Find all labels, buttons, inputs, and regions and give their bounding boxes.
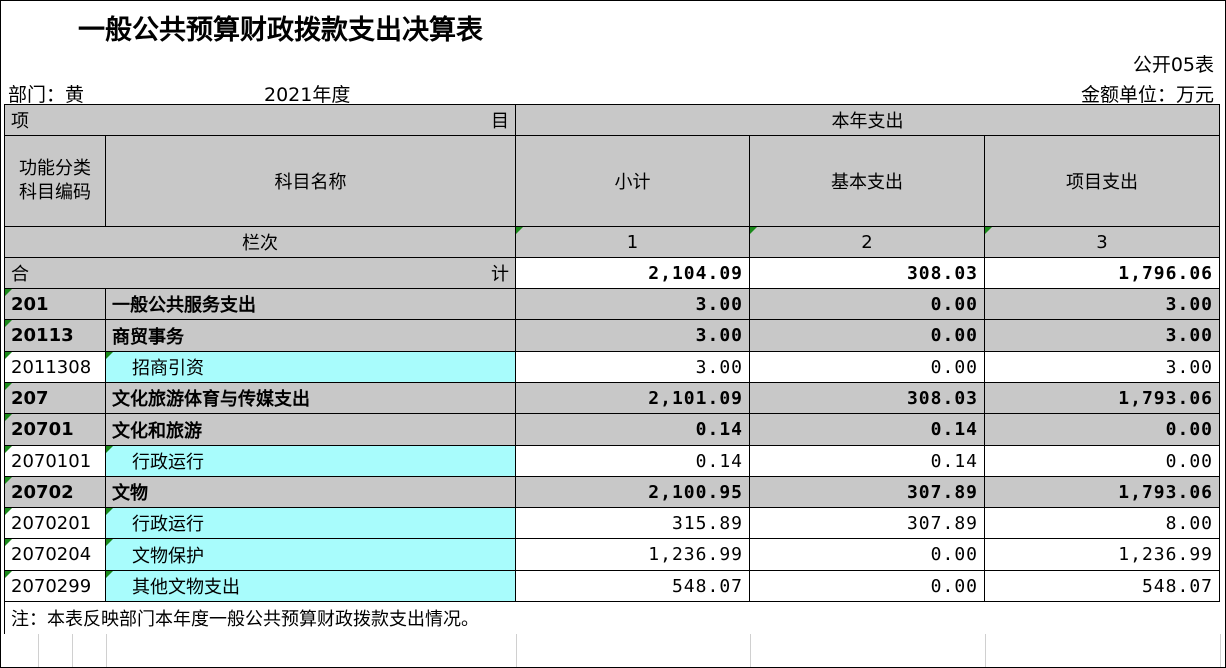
row-code: 2011308 [4, 352, 106, 383]
row-basic: 308.03 [750, 383, 985, 414]
grid-line [516, 634, 517, 668]
row-project: 3.00 [985, 352, 1220, 383]
row-basic: 0.00 [750, 352, 985, 383]
row-subtotal: 2,100.95 [516, 477, 750, 508]
header-item-cell: 项 目 [4, 104, 516, 136]
total-project: 1,796.06 [985, 258, 1220, 289]
header-lanci: 栏次 [4, 227, 516, 258]
header-item-right: 目 [491, 111, 509, 132]
row-name: 其他文物支出 [106, 571, 516, 602]
row-code: 20113 [4, 320, 106, 352]
grid-line [106, 634, 107, 668]
row-name: 文化和旅游 [106, 414, 516, 446]
total-label-cell: 合 计 [4, 258, 516, 289]
row-basic: 0.00 [750, 539, 985, 571]
row-basic: 0.14 [750, 446, 985, 477]
row-code: 20702 [4, 477, 106, 508]
header-subtotal: 小计 [516, 136, 750, 227]
row-subtotal: 0.14 [516, 414, 750, 446]
total-subtotal: 2,104.09 [516, 258, 750, 289]
row-project: 0.00 [985, 446, 1220, 477]
row-code: 2070201 [4, 508, 106, 539]
header-basic: 基本支出 [750, 136, 985, 227]
header-func-code: 功能分类 科目编码 [4, 136, 106, 227]
row-code: 2070299 [4, 571, 106, 602]
header-col2: 2 [750, 227, 985, 258]
grid-line [985, 634, 986, 668]
row-subtotal: 3.00 [516, 320, 750, 352]
total-basic: 308.03 [750, 258, 985, 289]
row-subtotal: 1,236.99 [516, 539, 750, 571]
row-project: 0.00 [985, 414, 1220, 446]
row-project: 1,236.99 [985, 539, 1220, 571]
row-subtotal: 548.07 [516, 571, 750, 602]
row-project: 1,793.06 [985, 477, 1220, 508]
row-basic: 307.89 [750, 477, 985, 508]
row-basic: 0.00 [750, 571, 985, 602]
header-subject-name: 科目名称 [106, 136, 516, 227]
row-project: 1,793.06 [985, 383, 1220, 414]
total-label-right: 计 [491, 264, 509, 285]
total-label-left: 合 [11, 264, 29, 285]
row-code: 2070101 [4, 446, 106, 477]
row-code: 207 [4, 383, 106, 414]
row-name: 商贸事务 [106, 320, 516, 352]
row-name: 行政运行 [106, 508, 516, 539]
row-basic: 0.00 [750, 289, 985, 320]
row-basic: 307.89 [750, 508, 985, 539]
grid-line [750, 634, 751, 668]
row-code: 20701 [4, 414, 106, 446]
row-basic: 0.14 [750, 414, 985, 446]
row-name: 文化旅游体育与传媒支出 [106, 383, 516, 414]
grid-line [38, 634, 39, 668]
row-name: 文物 [106, 477, 516, 508]
row-code: 2070204 [4, 539, 106, 571]
header-col1: 1 [516, 227, 750, 258]
expenditure-table: 项 目 本年支出 功能分类 科目编码 科目名称 小计 基本支出 项目支出 栏次 … [0, 0, 1226, 668]
row-project: 8.00 [985, 508, 1220, 539]
row-name: 招商引资 [106, 352, 516, 383]
row-project: 3.00 [985, 320, 1220, 352]
row-subtotal: 3.00 [516, 352, 750, 383]
table-note: 注：本表反映部门本年度一般公共预算财政拨款支出情况。 [4, 602, 1220, 634]
row-project: 548.07 [985, 571, 1220, 602]
row-project: 3.00 [985, 289, 1220, 320]
row-name: 文物保护 [106, 539, 516, 571]
grid-line [1220, 634, 1221, 668]
row-subtotal: 315.89 [516, 508, 750, 539]
row-name: 一般公共服务支出 [106, 289, 516, 320]
row-code: 201 [4, 289, 106, 320]
header-project: 项目支出 [985, 136, 1220, 227]
header-item-left: 项 [11, 111, 29, 132]
grid-line [72, 634, 73, 668]
row-subtotal: 0.14 [516, 446, 750, 477]
header-current-year: 本年支出 [516, 104, 1220, 136]
header-col3: 3 [985, 227, 1220, 258]
row-name: 行政运行 [106, 446, 516, 477]
row-subtotal: 2,101.09 [516, 383, 750, 414]
row-subtotal: 3.00 [516, 289, 750, 320]
row-basic: 0.00 [750, 320, 985, 352]
